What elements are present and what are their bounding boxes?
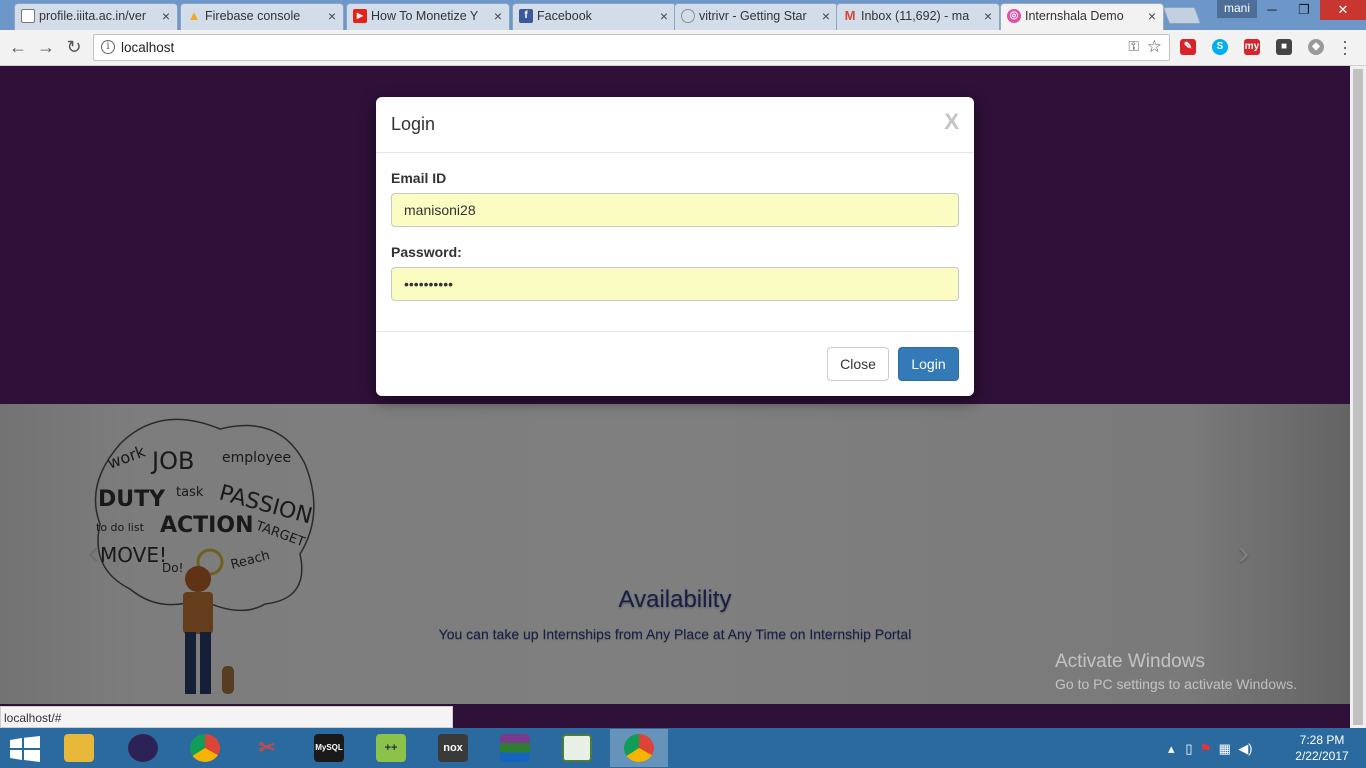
tab-close-icon[interactable]: ×	[162, 4, 170, 28]
tab-firebase[interactable]: ▲ Firebase console ×	[180, 3, 344, 30]
reload-icon[interactable]: ↻	[62, 36, 86, 60]
folder-icon	[64, 734, 94, 762]
chrome-profile-icon	[624, 734, 654, 762]
restore-icon[interactable]: ❐	[1288, 0, 1320, 20]
login-button[interactable]: Login	[898, 347, 959, 381]
extension-gray-icon[interactable]: ◆	[1308, 39, 1324, 55]
modal-title: Login	[391, 114, 436, 134]
chrome-menu-icon[interactable]: · · ·	[1342, 32, 1348, 62]
modal-close-x-button[interactable]: X	[944, 109, 959, 135]
tab-internshala-demo[interactable]: ◎ Internshala Demo ×	[1000, 3, 1164, 30]
taskbar-winrar[interactable]	[486, 729, 544, 767]
nox-icon: nox	[438, 734, 468, 762]
password-label: Password:	[391, 244, 462, 260]
windows-start-icon[interactable]	[10, 736, 40, 762]
page-scrollbar[interactable]	[1350, 66, 1366, 728]
tab-gmail[interactable]: M Inbox (11,692) - ma ×	[836, 3, 1000, 30]
tab-close-icon[interactable]: ×	[328, 4, 336, 28]
profile-name-badge[interactable]: mani	[1217, 0, 1257, 18]
info-icon[interactable]: i	[101, 40, 115, 54]
tab-close-icon[interactable]: ×	[984, 4, 992, 28]
app-window-icon	[562, 734, 592, 762]
modal-header: Login X	[376, 97, 974, 153]
activate-windows-title: Activate Windows	[1055, 651, 1205, 672]
tray-flag-icon[interactable]: ⚑	[1200, 741, 1212, 756]
tab-facebook[interactable]: f Facebook ×	[512, 3, 676, 30]
firebase-icon: ▲	[187, 8, 201, 23]
tab-youtube[interactable]: ▶ How To Monetize Y ×	[346, 3, 510, 30]
status-bar-url: localhost/#	[0, 706, 453, 728]
taskbar-nox[interactable]: nox	[424, 729, 482, 767]
notepad-plus-plus-icon: ++	[376, 734, 406, 762]
taskbar-notepad-plus-plus[interactable]: ++	[362, 729, 420, 767]
skype-icon[interactable]: S	[1212, 39, 1228, 55]
extension-pdf-icon[interactable]: ✎	[1180, 39, 1196, 55]
taskbar-clock[interactable]: 7:28 PM 2/22/2017	[1294, 732, 1350, 764]
address-bar[interactable]: i localhost ⚿ ☆	[93, 34, 1170, 61]
extension-notification-icon[interactable]: ■	[1276, 39, 1292, 55]
page-icon	[21, 9, 35, 23]
taskbar-chrome-profile[interactable]	[610, 729, 668, 767]
tab-title: Inbox (11,692) - ma	[861, 9, 970, 23]
taskbar-mysql[interactable]: MySQL	[300, 729, 358, 767]
new-tab-button[interactable]	[1162, 7, 1202, 24]
taskbar-snipping-tool[interactable]: ✂	[238, 729, 296, 767]
chrome-icon	[190, 734, 220, 762]
key-icon[interactable]: ⚿	[1128, 38, 1139, 55]
email-label: Email ID	[391, 170, 447, 186]
tab-close-icon[interactable]: ×	[660, 4, 668, 28]
tab-profile-iiita[interactable]: profile.iiita.ac.in/ver ×	[14, 3, 178, 30]
winrar-icon	[500, 734, 530, 762]
taskbar-app-window[interactable]	[548, 729, 606, 767]
tab-close-icon[interactable]: ×	[494, 4, 502, 28]
taskbar-eclipse[interactable]	[114, 729, 172, 767]
search-page-icon	[681, 9, 695, 23]
tab-title: vitrivr - Getting Star	[699, 9, 807, 23]
mysql-icon: MySQL	[314, 734, 344, 762]
url-text[interactable]: localhost	[121, 40, 174, 55]
tab-title: profile.iiita.ac.in/ver	[39, 9, 146, 23]
extension-my-icon[interactable]: my	[1244, 39, 1260, 55]
browser-tab-strip: profile.iiita.ac.in/ver × ▲ Firebase con…	[0, 0, 1366, 30]
facebook-icon: f	[519, 9, 533, 23]
modal-footer: Close Login	[376, 331, 974, 396]
windows-taskbar: ✂ MySQL ++ nox ▴ ▯ ⚑ ▦ ◀) 7:28 PM 2/22/2…	[0, 728, 1366, 768]
tab-title: How To Monetize Y	[371, 9, 479, 23]
email-input[interactable]	[391, 193, 959, 227]
minimize-icon[interactable]: ─	[1256, 0, 1288, 20]
close-button[interactable]: Close	[827, 347, 889, 381]
clock-time: 7:28 PM	[1299, 733, 1345, 747]
bookmark-star-icon[interactable]: ☆	[1147, 37, 1162, 57]
tray-chevron-up-icon[interactable]: ▴	[1168, 741, 1175, 756]
back-arrow-icon[interactable]: ←	[6, 36, 30, 60]
forward-arrow-icon[interactable]: →	[34, 36, 58, 60]
activate-windows-watermark: Activate Windows Go to PC settings to ac…	[1055, 651, 1297, 692]
taskbar-file-explorer[interactable]	[50, 729, 108, 767]
tab-title: Firebase console	[205, 9, 301, 23]
scissors-icon: ✂	[258, 737, 276, 759]
tab-close-icon[interactable]: ×	[822, 4, 830, 28]
tray-network-icon[interactable]: ▦	[1219, 741, 1231, 756]
internshala-icon: ◎	[1007, 9, 1021, 23]
tab-vitrivr[interactable]: vitrivr - Getting Star ×	[674, 3, 838, 30]
login-modal: Login X Email ID Password: Close Login	[376, 97, 974, 396]
tray-volume-icon[interactable]: ◀)	[1238, 741, 1252, 756]
browser-toolbar: ← → ↻ i localhost ⚿ ☆ ✎ S my ■ ◆ · · ·	[0, 30, 1366, 66]
tab-title: Internshala Demo	[1025, 9, 1124, 23]
tab-close-icon[interactable]: ×	[1148, 4, 1156, 28]
eclipse-icon	[128, 734, 158, 762]
clock-date: 2/22/2017	[1295, 749, 1349, 763]
password-input[interactable]	[391, 267, 959, 301]
youtube-icon: ▶	[353, 9, 367, 23]
gmail-icon: M	[844, 8, 856, 23]
tray-device-icon[interactable]: ▯	[1185, 741, 1192, 756]
taskbar-chrome[interactable]	[176, 729, 234, 767]
scrollbar-thumb[interactable]	[1353, 69, 1363, 725]
tab-title: Facebook	[537, 9, 592, 23]
system-tray: ▴ ▯ ⚑ ▦ ◀)	[1168, 741, 1253, 757]
activate-windows-subtitle: Go to PC settings to activate Windows.	[1055, 676, 1297, 692]
window-close-icon[interactable]: ✕	[1320, 0, 1366, 20]
